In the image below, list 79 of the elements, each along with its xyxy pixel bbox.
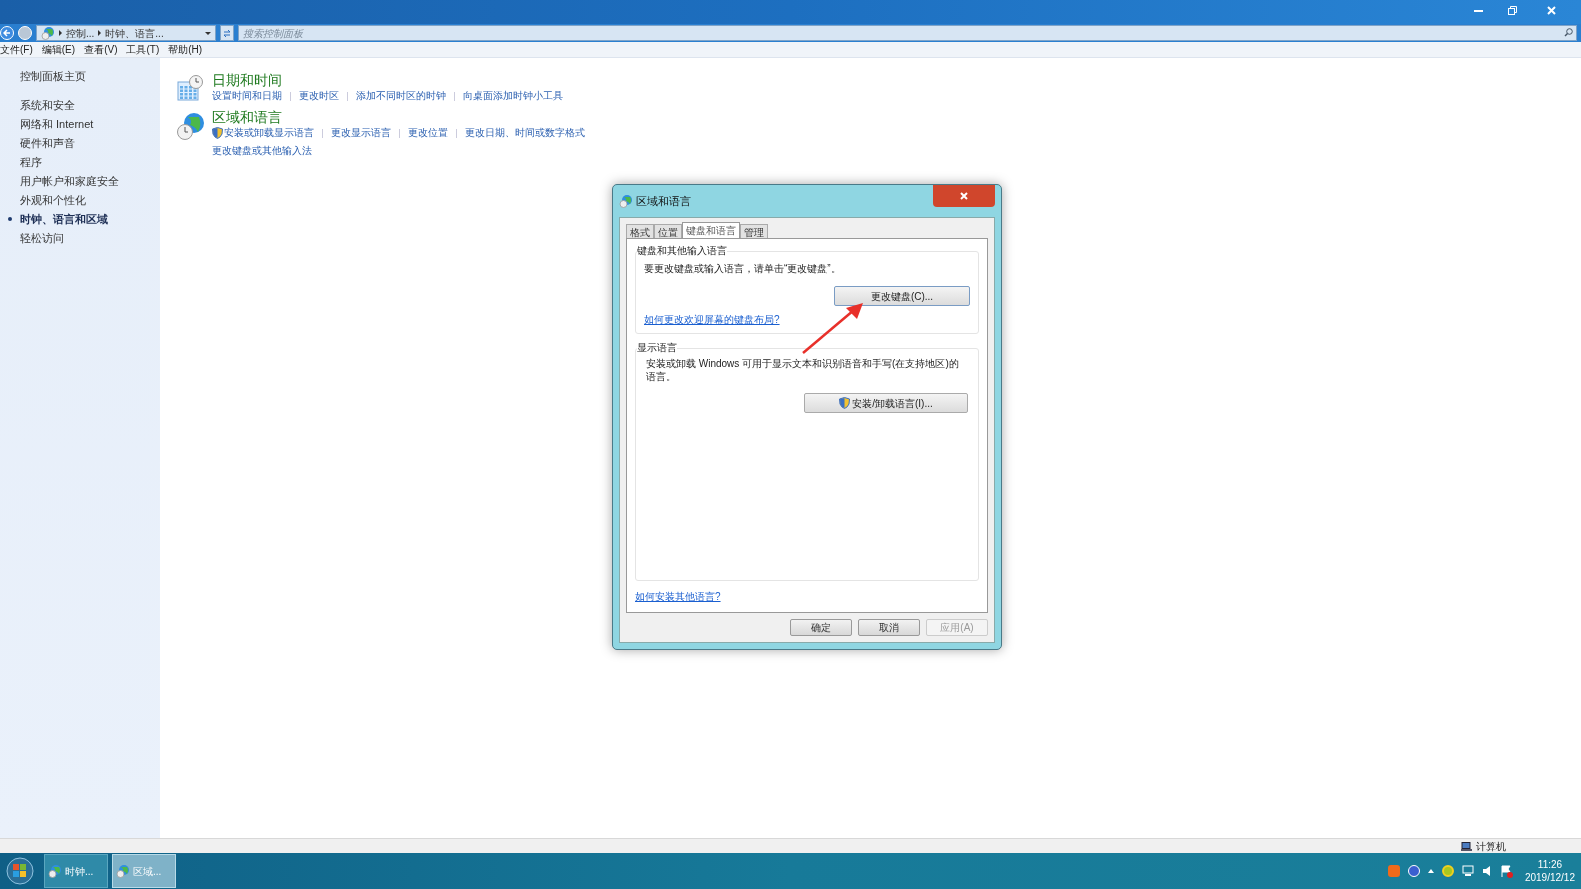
menu-item[interactable]: 编辑(E) [41,42,76,57]
dialog-button[interactable]: 取消 [858,619,920,636]
clock-date: 2019/12/12 [1524,871,1575,884]
globe-clock-icon [116,864,130,878]
back-arrow-icon [3,29,11,37]
speaker-icon[interactable] [1481,865,1492,877]
calendar-clock-icon [176,74,204,102]
tab[interactable]: 位置 [654,224,682,238]
group-description: 安装或卸载 Windows 可用于显示文本和识别语音和手写(在支持地区)的语言。 [646,357,960,383]
address-field[interactable]: 控制... 时钟、语言... [36,25,216,41]
task-link[interactable]: 更改时区 [299,89,339,103]
sidebar-home-link[interactable]: 控制面板主页 [20,68,86,85]
close-icon [960,192,968,200]
restore-icon [1507,5,1517,15]
sidebar-item[interactable]: 时钟、语言和区域 [20,210,108,228]
tab[interactable]: 管理 [740,224,768,238]
group-heading: 显示语言 [637,342,677,354]
sidebar-item[interactable]: 程序 [20,153,42,171]
refresh-button[interactable] [220,25,234,41]
control-panel-icon [41,26,55,40]
forward-button[interactable] [18,26,32,40]
sidebar-item[interactable]: 系统和安全 [20,96,75,114]
flag-icon[interactable] [1499,864,1513,878]
task-link[interactable]: 向桌面添加时钟小工具 [463,89,563,103]
refresh-icon [223,29,231,37]
sidebar-item[interactable]: 用户帐户和家庭安全 [20,172,119,190]
clock[interactable]: 11:26 2019/12/12 [1524,858,1575,884]
close-button[interactable] [933,185,995,207]
back-button[interactable] [0,26,14,40]
menu-item[interactable]: 工具(T) [126,42,160,57]
status-text: 计算机 [1476,839,1506,854]
show-hidden-icon[interactable] [1427,869,1434,873]
globe-clock-icon [619,194,633,208]
category-title[interactable]: 区域和语言 [212,109,282,126]
sidebar-item[interactable]: 网络和 Internet [20,115,94,133]
menu-item[interactable]: 查看(V) [84,42,118,57]
computer-icon [1461,841,1472,851]
globe-clock-icon [48,864,62,878]
install-languages-button[interactable]: 安装/卸载语言(I)... [804,393,968,413]
task-link[interactable]: 更改键盘或其他输入法 [212,144,312,158]
task-link[interactable]: 更改日期、时间或数字格式 [465,126,585,140]
search-icon [1564,28,1573,37]
network-icon[interactable] [1461,865,1474,877]
category-title[interactable]: 日期和时间 [212,72,282,89]
search-field[interactable]: 搜索控制面板 [238,25,1577,41]
breadcrumb-separator-icon [59,30,62,36]
task-link[interactable]: 添加不同时区的时钟 [356,89,446,103]
change-keyboard-button[interactable]: 更改键盘(C)... [834,286,970,306]
tab[interactable]: 格式 [626,224,654,238]
dialog-button[interactable]: 确定 [790,619,852,636]
breadcrumb[interactable]: 时钟、语言... [105,25,164,41]
windows-logo-icon [6,857,34,885]
menu-item[interactable]: 帮助(H) [168,42,203,57]
help-link[interactable]: 如何更改欢迎屏幕的键盘布局? [644,312,780,327]
group-heading: 键盘和其他输入语言 [637,245,727,257]
sidebar-item[interactable]: 轻松访问 [20,229,64,247]
task-link[interactable]: 更改显示语言 [331,126,391,140]
taskbar-item[interactable]: 时钟... [44,854,108,888]
annotation-arrow [802,302,864,354]
shield-icon [839,397,851,409]
task-link[interactable]: 更改位置 [408,126,448,140]
clock-time: 11:26 [1537,858,1563,871]
tab[interactable]: 键盘和语言 [682,222,740,238]
sidebar-item[interactable]: 硬件和声音 [20,134,75,152]
group-description: 要更改键盘或输入语言，请单击“更改键盘”。 [644,262,842,276]
task-link[interactable]: 设置时间和日期 [212,89,282,103]
dropdown-caret-icon [205,31,211,35]
minimize-icon [1473,8,1483,12]
globe-clock-icon [176,111,206,141]
sidebar-item[interactable]: 外观和个性化 [20,191,86,209]
breadcrumb-separator-icon [98,30,102,36]
close-icon [1546,5,1556,15]
bullet-icon [8,217,12,221]
task-link[interactable]: 安装或卸载显示语言 [224,126,314,140]
help-link[interactable]: 如何安装其他语言? [635,589,721,604]
breadcrumb[interactable]: 控制... [66,25,95,41]
dialog-title: 区域和语言 [636,193,691,209]
menu-item[interactable]: 文件(F) [0,42,33,57]
shield-icon [212,127,223,139]
